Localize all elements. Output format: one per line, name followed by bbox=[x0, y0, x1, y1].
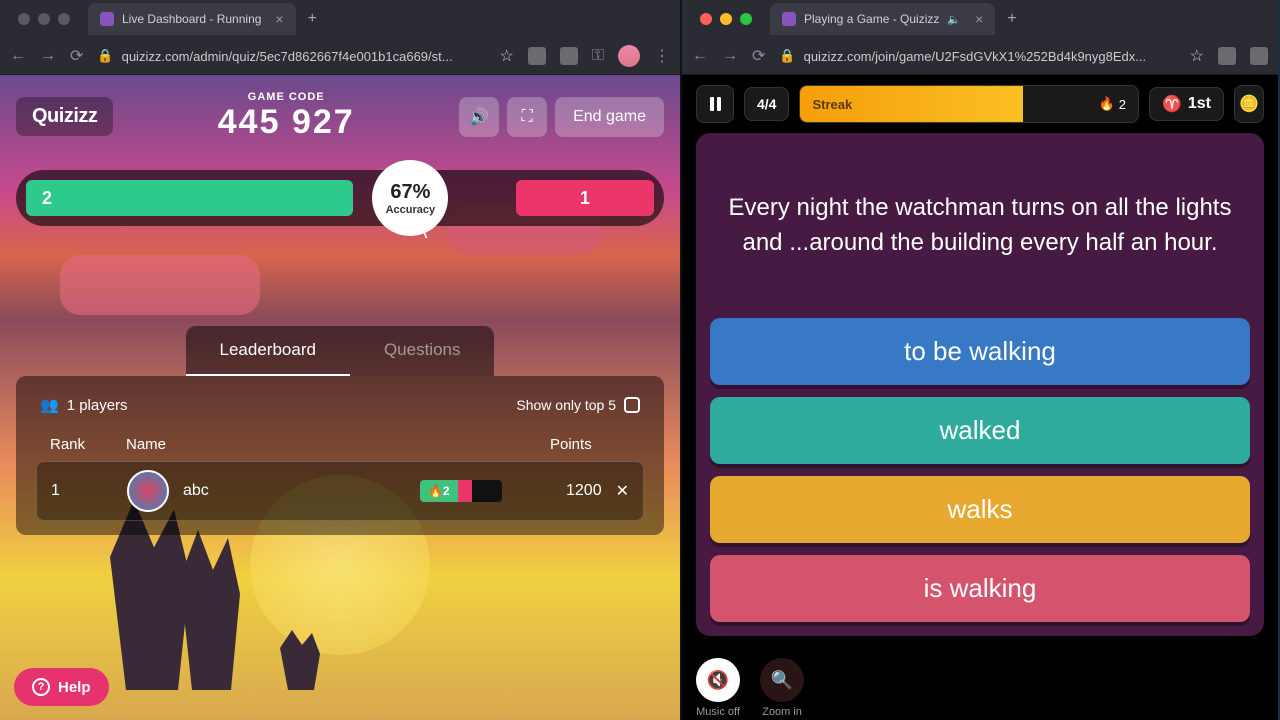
pause-button[interactable] bbox=[696, 85, 734, 123]
speaker-icon: 🔊 bbox=[469, 107, 489, 127]
extension-icon[interactable] bbox=[1250, 47, 1268, 65]
back-icon[interactable]: ← bbox=[692, 47, 708, 65]
question-text: Every night the watchman turns on all th… bbox=[710, 133, 1250, 318]
coin-icon: 🪙 bbox=[1239, 94, 1259, 114]
extension-icon[interactable] bbox=[1218, 47, 1236, 65]
url-text: quizizz.com/admin/quiz/5ec7d862667f4e001… bbox=[122, 49, 453, 64]
reload-icon[interactable]: ⟳ bbox=[70, 46, 83, 66]
question-card: Every night the watchman turns on all th… bbox=[696, 133, 1264, 636]
extension-icon[interactable] bbox=[560, 47, 578, 65]
music-off-icon: 🔇 bbox=[707, 670, 729, 691]
new-tab-button[interactable]: + bbox=[296, 10, 329, 28]
remove-player-icon[interactable]: ✕ bbox=[616, 481, 629, 501]
tab-questions[interactable]: Questions bbox=[350, 326, 495, 376]
tab-title: Playing a Game - Quizizz bbox=[804, 12, 939, 26]
rank-badge: ♈ 1st bbox=[1149, 87, 1224, 121]
leaderboard-headers: Rank Name Points bbox=[36, 428, 644, 461]
reload-icon[interactable]: ⟳ bbox=[752, 46, 765, 66]
dashboard-content: Quizizz GAME CODE 445 927 🔊 ⛶ End game 2 bbox=[0, 75, 680, 720]
address-bar[interactable]: 🔒 quizizz.com/admin/quiz/5ec7d862667f4e0… bbox=[97, 48, 485, 64]
favicon-icon bbox=[782, 12, 796, 26]
browser-chrome-right: Playing a Game - Quizizz 🔈 × + ← → ⟳ 🔒 q… bbox=[682, 0, 1278, 75]
trophy-icon: ♈ bbox=[1162, 94, 1182, 114]
flame-icon: 🔥 bbox=[1099, 96, 1115, 112]
game-content: 4/4 Streak 🔥 2 ♈ 1st 🪙 Every night the w… bbox=[682, 75, 1278, 720]
lock-icon: 🔒 bbox=[97, 48, 113, 64]
forward-icon[interactable]: → bbox=[722, 47, 738, 65]
answer-option-1[interactable]: to be walking bbox=[710, 318, 1250, 385]
quizizz-logo[interactable]: Quizizz bbox=[16, 97, 113, 136]
music-toggle-button[interactable]: 🔇 bbox=[696, 658, 740, 702]
player-browser-window: Playing a Game - Quizizz 🔈 × + ← → ⟳ 🔒 q… bbox=[680, 0, 1278, 720]
tab-title: Live Dashboard - Running bbox=[122, 12, 261, 26]
answer-option-3[interactable]: walks bbox=[710, 476, 1250, 543]
traffic-lights-left bbox=[8, 13, 80, 25]
close-icon[interactable]: × bbox=[275, 11, 283, 27]
zoom-icon: 🔍 bbox=[771, 670, 793, 691]
fullscreen-button[interactable]: ⛶ bbox=[507, 97, 547, 137]
leaderboard-row: 1 abc 🔥2 1200 ✕ bbox=[36, 461, 644, 521]
accuracy-badge: 67% Accuracy bbox=[372, 160, 448, 236]
players-icon: 👥 bbox=[40, 396, 59, 414]
browser-tab-right[interactable]: Playing a Game - Quizizz 🔈 × bbox=[770, 3, 995, 35]
url-text: quizizz.com/join/game/U2FsdGVkX1%252Bd4k… bbox=[804, 49, 1147, 64]
forward-icon[interactable]: → bbox=[40, 47, 56, 65]
address-bar[interactable]: 🔒 quizizz.com/join/game/U2FsdGVkX1%252Bd… bbox=[779, 48, 1175, 64]
audio-icon[interactable]: 🔈 bbox=[947, 13, 961, 26]
key-icon[interactable]: ⚿ bbox=[592, 47, 604, 65]
traffic-lights-right bbox=[690, 13, 762, 25]
profile-avatar-icon[interactable] bbox=[618, 45, 640, 67]
game-code: GAME CODE 445 927 bbox=[121, 91, 451, 142]
browser-chrome-left: Live Dashboard - Running × + ← → ⟳ 🔒 qui… bbox=[0, 0, 680, 75]
lock-icon: 🔒 bbox=[779, 48, 795, 64]
host-browser-window: Live Dashboard - Running × + ← → ⟳ 🔒 qui… bbox=[0, 0, 680, 720]
streak-indicator: 🔥2 bbox=[420, 480, 502, 502]
correct-bar: 2 bbox=[26, 180, 353, 216]
player-name: abc bbox=[183, 482, 209, 500]
answer-option-2[interactable]: walked bbox=[710, 397, 1250, 464]
checkbox-icon[interactable] bbox=[624, 397, 640, 413]
question-counter: 4/4 bbox=[744, 87, 789, 121]
zoom-button[interactable]: 🔍 bbox=[760, 658, 804, 702]
accuracy-bar: 2 1 67% Accuracy bbox=[16, 170, 664, 226]
coins-button[interactable]: 🪙 bbox=[1234, 85, 1264, 123]
new-tab-button[interactable]: + bbox=[995, 10, 1028, 28]
leaderboard-panel: 👥 1 players Show only top 5 Rank Name Po… bbox=[16, 376, 664, 535]
favicon-icon bbox=[100, 12, 114, 26]
bookmark-icon[interactable]: ☆ bbox=[1190, 46, 1204, 66]
back-icon[interactable]: ← bbox=[10, 47, 26, 65]
menu-icon[interactable]: ⋮ bbox=[654, 46, 670, 66]
bookmark-icon[interactable]: ☆ bbox=[499, 46, 513, 66]
end-game-button[interactable]: End game bbox=[555, 97, 664, 137]
pause-icon bbox=[710, 97, 721, 111]
answer-option-4[interactable]: is walking bbox=[710, 555, 1250, 622]
browser-tab-left[interactable]: Live Dashboard - Running × bbox=[88, 3, 296, 35]
extension-icon[interactable] bbox=[528, 47, 546, 65]
sound-button[interactable]: 🔊 bbox=[459, 97, 499, 137]
player-avatar-icon bbox=[127, 470, 169, 512]
streak-bar: Streak 🔥 2 bbox=[799, 85, 1138, 123]
player-count: 👥 1 players bbox=[40, 396, 128, 414]
show-top-toggle[interactable]: Show only top 5 bbox=[516, 397, 640, 413]
close-icon[interactable]: × bbox=[975, 11, 983, 27]
wrong-bar: 1 bbox=[516, 180, 654, 216]
fullscreen-icon: ⛶ bbox=[521, 108, 532, 126]
tab-leaderboard[interactable]: Leaderboard bbox=[186, 326, 350, 376]
player-points: 1200 bbox=[542, 482, 602, 500]
